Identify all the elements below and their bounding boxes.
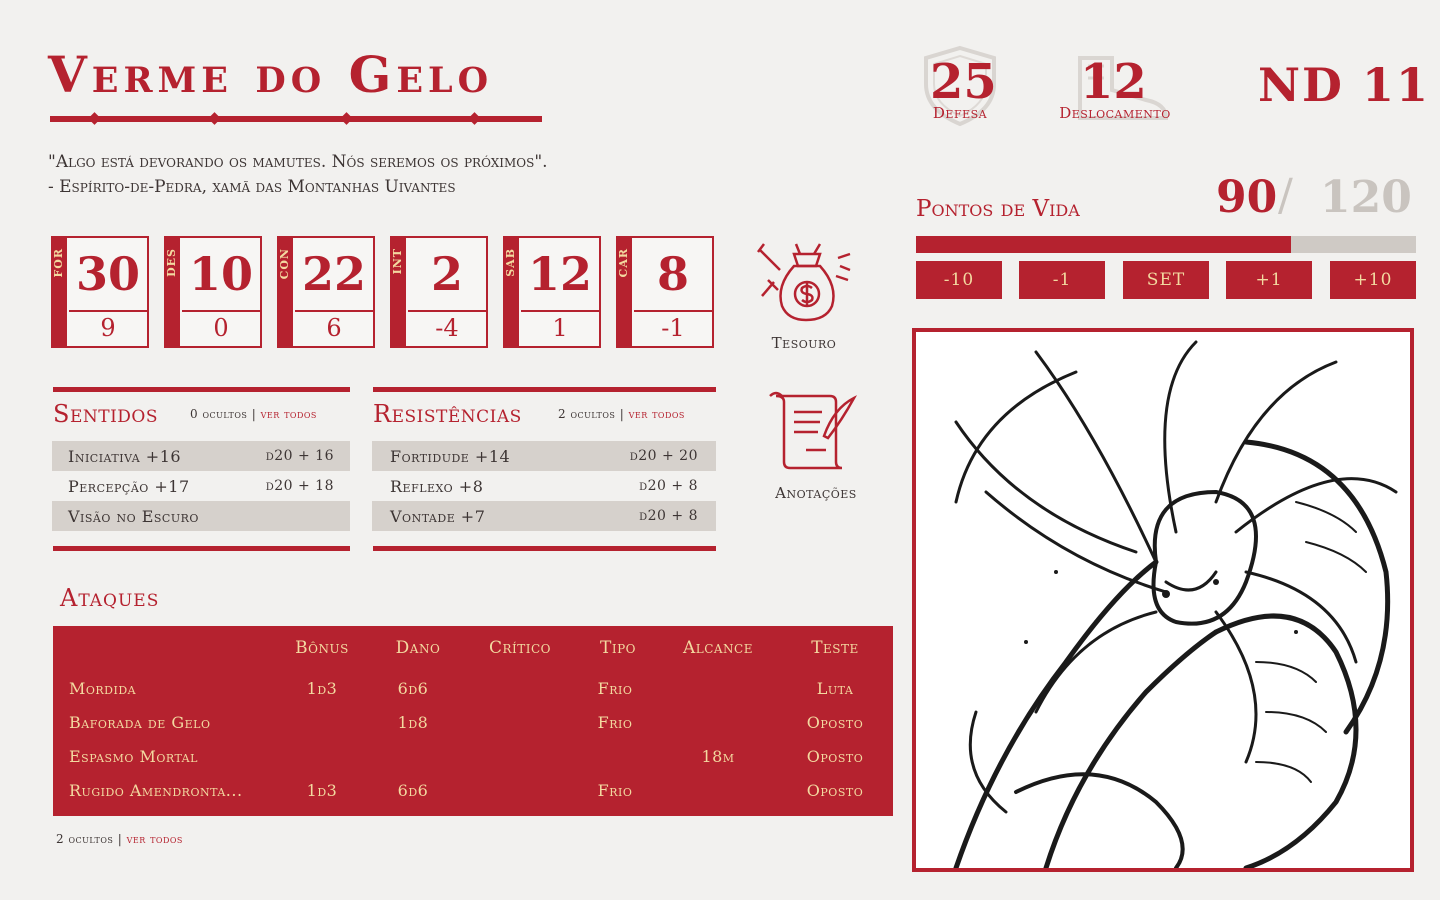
quote-author: - Espírito-de-Pedra, xamã das Montanhas …	[48, 177, 456, 197]
ice-worm-illustration	[953, 340, 1398, 868]
attacks-hidden-count: 2 ocultos	[56, 832, 114, 846]
attribute-int[interactable]: INT 2 -4	[390, 236, 488, 348]
attack-row[interactable]: Espasmo Mortal 18m Oposto	[53, 740, 893, 774]
resist-row[interactable]: Reflexo +8 d20 + 8	[372, 471, 716, 501]
hp-current: 90	[1216, 172, 1278, 223]
hp-minus-1-button[interactable]: -1	[1019, 261, 1105, 299]
attribute-abbr: CAR	[617, 248, 630, 278]
attribute-mod: 1	[552, 314, 568, 342]
hp-bar-fill	[916, 236, 1291, 253]
attribute-mod: -1	[661, 314, 685, 342]
hp-max: 120	[1320, 172, 1412, 223]
attacks-title: Ataques	[60, 584, 160, 612]
attribute-con[interactable]: CON 22 6	[277, 236, 375, 348]
attribute-abbr: INT	[391, 248, 404, 275]
senses-row[interactable]: Percepção +17 d20 + 18	[52, 471, 350, 501]
attribute-abbr: DES	[165, 248, 178, 277]
attribute-for[interactable]: FOR 30 9	[51, 236, 149, 348]
attacks-header-bonus: Bônus	[295, 638, 349, 658]
treasure-label: Tesouro	[771, 334, 837, 352]
attacks-meta: 2 ocultos | ver todos	[56, 832, 183, 846]
attribute-value: 8	[656, 247, 689, 301]
senses-hidden-count: 0 ocultos	[190, 407, 248, 421]
quote-line: "Algo está devorando os mamutes. Nós ser…	[48, 152, 548, 172]
scroll-quill-icon	[769, 391, 858, 470]
creature-title: Verme do Gelo	[48, 45, 494, 104]
senses-bottom-rule	[53, 546, 350, 551]
resist-see-all-link[interactable]: ver todos	[629, 407, 685, 421]
hp-separator: /	[1278, 170, 1293, 221]
senses-see-all-link[interactable]: ver todos	[261, 407, 317, 421]
defense-label: Defesa	[932, 104, 988, 122]
attribute-value: 30	[75, 247, 140, 301]
resist-title: Resistências	[373, 400, 522, 428]
senses-row[interactable]: Iniciativa +16 d20 + 16	[52, 441, 350, 471]
defense-value: 25	[930, 54, 997, 110]
attack-row[interactable]: Rugido Amendronta... 1d3 6d6 Frio Oposto	[53, 774, 893, 808]
hp-set-button[interactable]: SET	[1123, 261, 1209, 299]
attribute-sab[interactable]: SAB 12 1	[503, 236, 601, 348]
treasure-button[interactable]: Tesouro	[752, 236, 856, 352]
attribute-abbr: SAB	[504, 248, 517, 277]
resist-row[interactable]: Vontade +7 d20 + 8	[372, 501, 716, 531]
resist-bottom-rule	[373, 546, 716, 551]
creature-illustration	[912, 328, 1414, 872]
attribute-mod: 6	[326, 314, 342, 342]
attack-row[interactable]: Baforada de Gelo 1d8 Frio Oposto	[53, 706, 893, 740]
attacks-header-range: Alcance	[682, 638, 754, 658]
attribute-value: 2	[430, 247, 463, 301]
hp-bar	[916, 236, 1416, 253]
money-bag-icon	[757, 243, 851, 322]
attacks-header-damage: Dano	[395, 638, 441, 658]
title-divider	[50, 112, 542, 125]
attribute-mod: 0	[213, 314, 229, 342]
attribute-value: 22	[301, 247, 366, 301]
resist-hidden-count: 2 ocultos	[558, 407, 616, 421]
hp-minus-10-button[interactable]: -10	[916, 261, 1002, 299]
notes-label: Anotações	[775, 484, 857, 502]
hp-plus-10-button[interactable]: +10	[1330, 261, 1416, 299]
attribute-value: 12	[527, 247, 592, 301]
senses-row[interactable]: Visão no Escuro	[52, 501, 350, 531]
movement-value: 12	[1080, 54, 1147, 110]
attribute-des[interactable]: DES 10 0	[164, 236, 262, 348]
attribute-mod: -4	[435, 314, 459, 342]
attack-row[interactable]: Mordida 1d3 6d6 Frio Luta	[53, 672, 893, 706]
flavor-quote: "Algo está devorando os mamutes. Nós ser…	[48, 150, 548, 200]
attacks-header-type: Tipo	[600, 638, 636, 658]
hp-label: Pontos de Vida	[916, 196, 1080, 222]
senses-title: Sentidos	[53, 400, 158, 428]
senses-top-rule	[53, 387, 350, 392]
attribute-abbr: FOR	[52, 248, 65, 278]
movement-label: Deslocamento	[1059, 104, 1171, 122]
attacks-header-crit: Crítico	[488, 638, 552, 658]
attacks-header-test: Teste	[811, 638, 859, 658]
hp-plus-1-button[interactable]: +1	[1226, 261, 1312, 299]
attribute-value: 10	[188, 247, 253, 301]
attribute-car[interactable]: CAR 8 -1	[616, 236, 714, 348]
attribute-mod: 9	[100, 314, 116, 342]
notes-button[interactable]: Anotações	[764, 388, 868, 502]
resist-top-rule	[373, 387, 716, 392]
challenge-rating: ND 11	[1258, 58, 1430, 112]
senses-meta: 0 ocultos | ver todos	[190, 407, 317, 421]
attribute-abbr: CON	[278, 248, 291, 280]
resist-row[interactable]: Fortidude +14 d20 + 20	[372, 441, 716, 471]
attacks-see-all-link[interactable]: ver todos	[127, 832, 183, 846]
resist-meta: 2 ocultos | ver todos	[558, 407, 685, 421]
